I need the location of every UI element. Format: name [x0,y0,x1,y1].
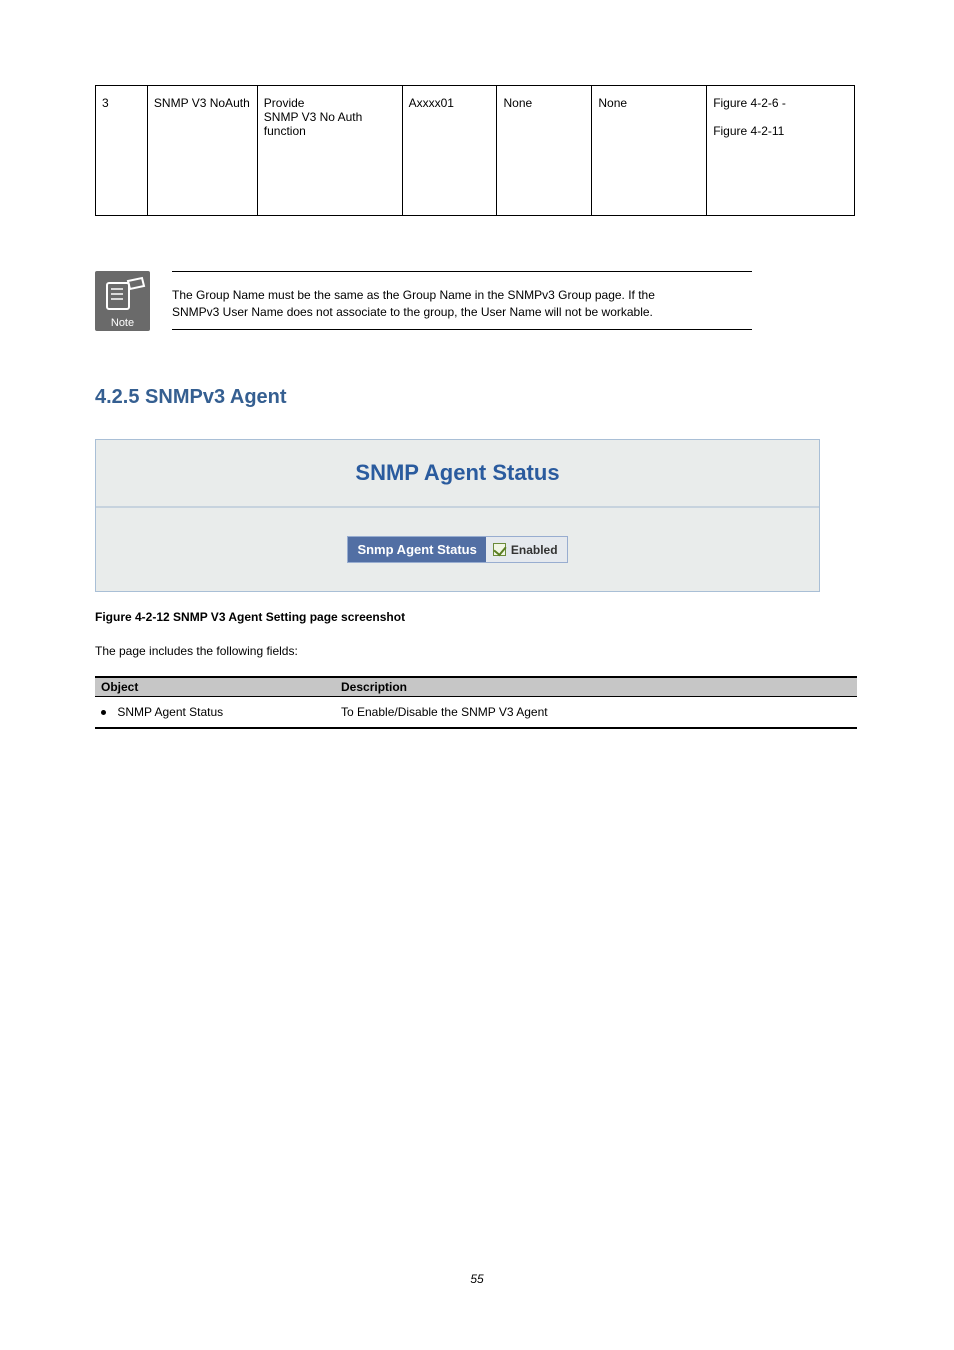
text: Figure 4-2-6 - [713,96,848,110]
text: function [264,124,396,138]
text: SNMP V3 NoAuth [154,96,251,110]
cell: None [497,86,592,216]
text: Axxxx01 [409,96,454,110]
bullet-icon [101,710,106,715]
cell: Figure 4-2-6 - Figure 4-2-11 [707,86,855,216]
table-row: 3 SNMP V3 NoAuth Provide SNMP V3 No Auth… [96,86,855,216]
page-number: 55 [0,1272,954,1286]
note-text-line: SNMPv3 User Name does not associate to t… [172,304,752,321]
cell: None [592,86,707,216]
cell: Provide SNMP V3 No Auth function [257,86,402,216]
checkbox-icon[interactable] [493,543,506,556]
text: Provide [264,96,396,110]
row-value-text: Enabled [511,543,558,557]
note-text-line: The Group Name must be the same as the G… [172,287,752,304]
table-row: SNMP Agent Status To Enable/Disable the … [95,697,857,729]
panel-body: Snmp Agent Status Enabled [96,508,819,591]
col-header-description: Description [335,677,857,697]
snmp-status-row: Snmp Agent Status Enabled [347,536,567,563]
cell-description: To Enable/Disable the SNMP V3 Agent [335,697,857,729]
section-heading: 4.2.5 SNMPv3 Agent [95,386,859,409]
object-description-table: Object Description SNMP Agent Status To … [95,676,857,729]
note-icon-label: Note [95,317,150,329]
divider [172,271,752,283]
text: None [598,96,627,110]
text: Figure 4-2-11 [713,124,848,138]
cell-object: SNMP Agent Status [95,697,335,729]
snmp-agent-panel: SNMP Agent Status Snmp Agent Status Enab… [95,439,820,592]
cell: SNMP V3 NoAuth [147,86,257,216]
intro-text: The page includes the following fields: [95,644,859,658]
cell-no: 3 [96,86,148,216]
text: 3 [102,96,109,110]
row-label: Snmp Agent Status [348,537,485,562]
note-icon: Note [95,271,150,331]
object-text: SNMP Agent Status [117,705,223,719]
note-text-box: The Group Name must be the same as the G… [172,271,752,330]
table-header-row: Object Description [95,677,857,697]
panel-title: SNMP Agent Status [96,440,819,508]
row-value-cell: Enabled [486,537,567,562]
note-block: Note The Group Name must be the same as … [95,271,859,331]
spec-table: 3 SNMP V3 NoAuth Provide SNMP V3 No Auth… [95,85,855,216]
text: SNMP V3 No Auth [264,110,396,124]
divider [172,329,752,330]
text: None [503,96,532,110]
cell: Axxxx01 [402,86,497,216]
figure-caption: Figure 4-2-12 SNMP V3 Agent Setting page… [95,610,859,624]
col-header-object: Object [95,677,335,697]
